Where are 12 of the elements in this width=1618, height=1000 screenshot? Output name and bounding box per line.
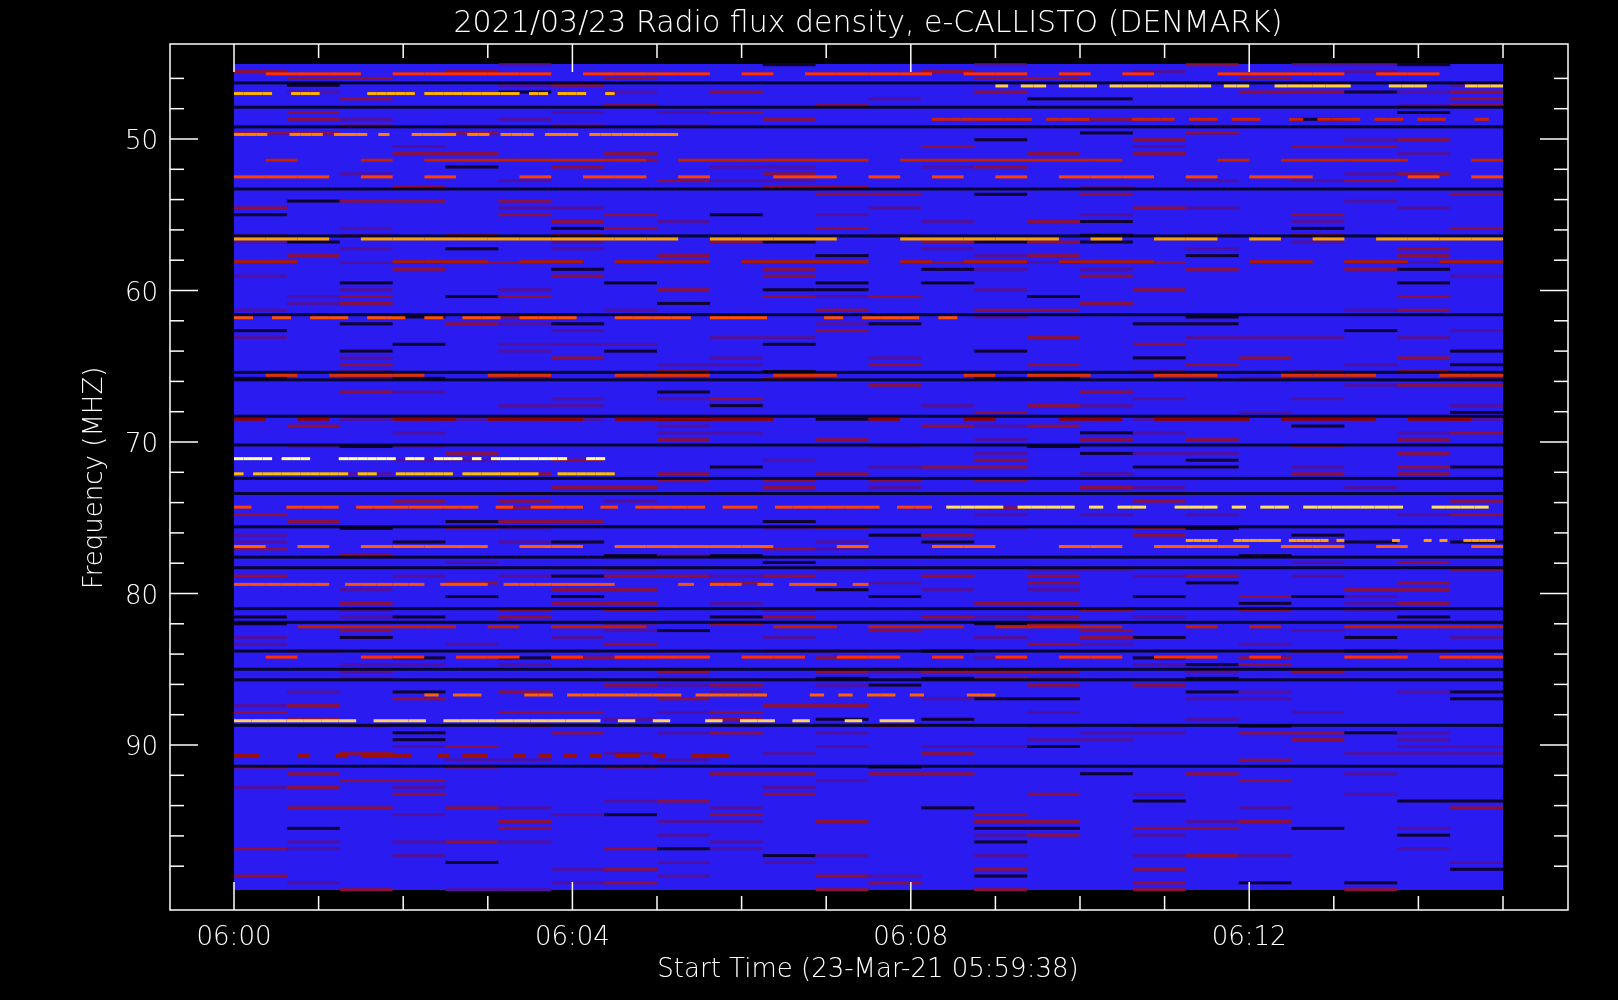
y-tick-label: 60 [124,276,158,307]
y-axis-label: Frequency (MHZ) [78,366,108,590]
y-tick-label: 70 [124,428,158,458]
x-tick-label: 06:00 [196,921,272,951]
y-tick-label: 50 [124,125,158,155]
x-axis-label: Start Time (23-Mar-21 05:59:38) [657,953,1079,983]
chart-title: 2021/03/23 Radio flux density, e-CALLISTO (DENMARK) [453,4,1283,39]
x-tick-label: 06:12 [1211,921,1287,951]
x-tick-label: 06:04 [534,921,610,951]
x-tick-label: 06:08 [873,921,949,951]
y-tick-label: 90 [124,731,158,761]
y-tick-label: 80 [124,579,158,610]
